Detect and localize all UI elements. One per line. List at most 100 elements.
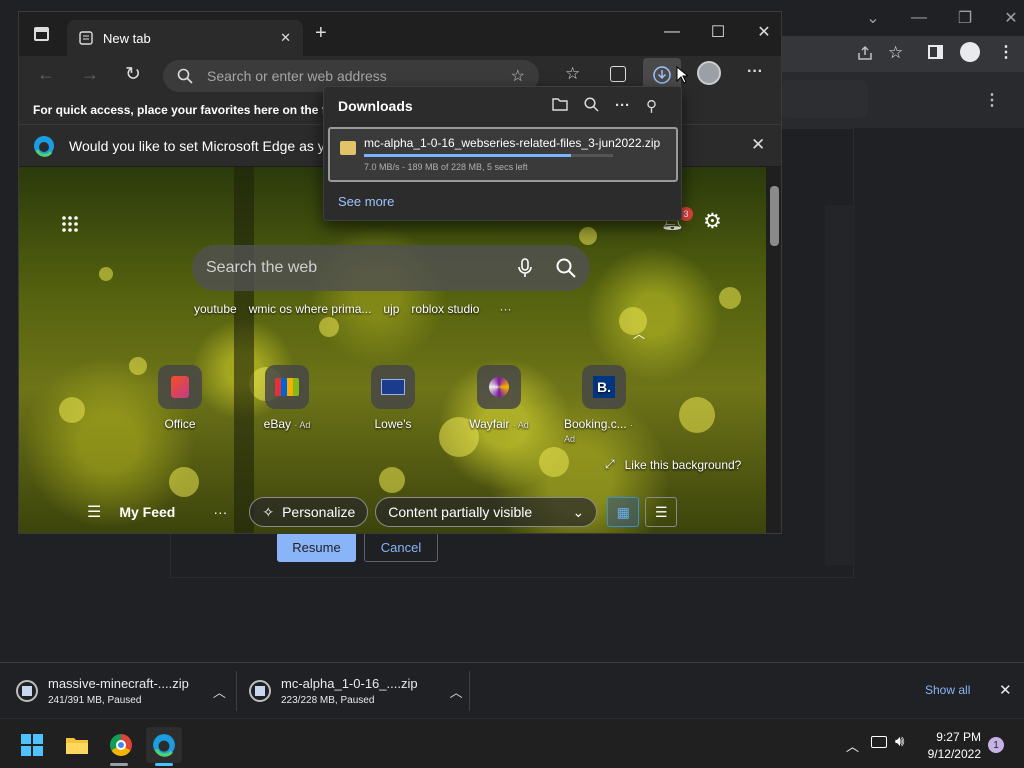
personalize-button[interactable]: ✧ Personalize bbox=[249, 497, 369, 527]
pin-icon[interactable]: ⚲ bbox=[646, 97, 657, 115]
address-placeholder: Search or enter web address bbox=[207, 68, 387, 84]
share-icon[interactable] bbox=[856, 44, 874, 62]
sidebar-icon[interactable] bbox=[928, 45, 943, 59]
mic-icon[interactable] bbox=[518, 258, 532, 278]
feed-label[interactable]: My Feed bbox=[119, 504, 175, 520]
monitor-icon[interactable] bbox=[871, 736, 887, 748]
more-icon[interactable]: ⋮ bbox=[984, 90, 1000, 110]
like-background-link[interactable]: ⤢ Like this background? bbox=[605, 457, 741, 472]
more-icon[interactable]: ··· bbox=[213, 504, 227, 520]
search-icon[interactable] bbox=[556, 258, 576, 278]
chrome-toolbar: ☆ ⋮ bbox=[780, 36, 1024, 72]
restore-button[interactable]: ❐ bbox=[942, 4, 988, 32]
cancel-button[interactable]: Cancel bbox=[364, 532, 438, 562]
back-icon[interactable]: ← bbox=[37, 64, 55, 85]
chrome-icon[interactable] bbox=[103, 727, 139, 763]
volume-icon[interactable]: 🔊︎ bbox=[895, 733, 904, 750]
close-button[interactable]: ✕ bbox=[741, 18, 781, 46]
site-tile-booking[interactable]: B. Booking.c... · Ad bbox=[564, 365, 644, 445]
feed-bar: ☰ My Feed ··· ✧ Personalize Content part… bbox=[19, 492, 766, 532]
quick-links: youtube wmic os where prima... ujp roblo… bbox=[194, 302, 511, 316]
gear-icon[interactable]: ⚙ bbox=[703, 209, 722, 234]
maximize-button[interactable]: ☐ bbox=[695, 18, 741, 46]
forward-icon[interactable]: → bbox=[81, 64, 99, 85]
chrome-download-shelf: massive-minecraft-....zip 241/391 MB, Pa… bbox=[0, 662, 1024, 718]
chrome-window-controls: ⌄ — ❐ ✕ bbox=[850, 4, 1024, 32]
content-visibility-dropdown[interactable]: Content partially visible ⌄ bbox=[375, 497, 598, 527]
search-icon[interactable] bbox=[584, 97, 599, 115]
downloads-actions: ··· ⚲ bbox=[552, 97, 657, 115]
hamburger-icon[interactable]: ☰ bbox=[87, 502, 101, 522]
folder-icon[interactable] bbox=[552, 97, 568, 115]
clock-time[interactable]: 9:27 PM bbox=[915, 730, 981, 744]
infobar-text: Would you like to set Microsoft Edge as … bbox=[69, 137, 341, 154]
download-status: 7.0 MB/s - 189 MB of 228 MB, 5 secs left bbox=[364, 162, 528, 172]
close-button[interactable]: ✕ bbox=[988, 4, 1024, 32]
star-icon[interactable]: ☆ bbox=[888, 43, 903, 63]
see-more-link[interactable]: See more bbox=[338, 194, 394, 209]
scrollbar-thumb[interactable] bbox=[770, 186, 779, 246]
download-progress-bar bbox=[364, 154, 613, 157]
close-icon[interactable]: ✕ bbox=[999, 681, 1012, 699]
quick-link[interactable]: youtube bbox=[194, 302, 237, 316]
quick-link[interactable]: ujp bbox=[383, 302, 399, 316]
show-all-link[interactable]: Show all bbox=[925, 683, 970, 697]
site-tile-ebay[interactable]: eBay · Ad bbox=[247, 365, 327, 431]
edge-window-controls: — ☐ ✕ bbox=[649, 18, 781, 46]
grid-view-icon[interactable]: ▦ bbox=[607, 497, 640, 527]
minimize-button[interactable]: — bbox=[649, 18, 695, 46]
shelf-item[interactable]: massive-minecraft-....zip 241/391 MB, Pa… bbox=[16, 663, 226, 719]
edge-icon[interactable] bbox=[146, 727, 182, 763]
downloads-flyout: Downloads ··· ⚲ mc-alpha_1-0-16_webserie… bbox=[323, 86, 682, 221]
favorites-icon[interactable]: ☆ bbox=[565, 64, 580, 84]
tab-title: New tab bbox=[103, 30, 151, 46]
chevron-down-icon[interactable]: ⌄ bbox=[850, 4, 896, 32]
ebay-logo-icon bbox=[265, 365, 309, 409]
edge-logo-icon bbox=[33, 135, 55, 157]
more-icon[interactable]: ⋮ bbox=[998, 42, 1014, 62]
site-tile-office[interactable]: Office bbox=[140, 365, 220, 431]
resume-button[interactable]: Resume bbox=[277, 532, 356, 562]
more-icon[interactable]: ··· bbox=[499, 302, 511, 316]
more-icon[interactable]: ··· bbox=[747, 63, 763, 81]
windows-taskbar: ︿ 🔊︎ 9:27 PM 9/12/2022 1 bbox=[0, 718, 1024, 768]
quick-link[interactable]: wmic os where prima... bbox=[249, 302, 372, 316]
chevron-up-icon[interactable]: ︿ bbox=[846, 736, 859, 755]
tab-actions-icon[interactable] bbox=[34, 27, 49, 41]
office-logo-icon bbox=[158, 365, 202, 409]
page-icon bbox=[79, 31, 93, 45]
minimize-button[interactable]: — bbox=[896, 4, 942, 32]
sparkle-icon: ✧ bbox=[262, 503, 275, 520]
chevron-down-icon: ⌄ bbox=[572, 503, 585, 520]
profile-icon[interactable] bbox=[960, 42, 980, 62]
list-view-icon[interactable]: ☰ bbox=[645, 497, 678, 527]
shelf-item[interactable]: mc-alpha_1-0-16_....zip 223/228 MB, Paus… bbox=[249, 663, 463, 719]
tab-bar: New tab ✕ + — ☐ ✕ bbox=[19, 12, 781, 56]
plus-icon[interactable]: + bbox=[315, 22, 327, 45]
more-icon[interactable]: ··· bbox=[615, 97, 630, 115]
chevron-up-icon[interactable]: ︿ bbox=[633, 325, 645, 342]
site-tile-wayfair[interactable]: Wayfair · Ad bbox=[459, 365, 539, 431]
refresh-icon[interactable]: ↻ bbox=[125, 63, 141, 86]
apps-grid-icon[interactable] bbox=[61, 215, 79, 233]
close-icon[interactable]: ✕ bbox=[280, 30, 291, 46]
tab-new-tab[interactable]: New tab ✕ bbox=[67, 20, 303, 56]
chevron-up-icon[interactable]: ︿ bbox=[450, 682, 463, 701]
zip-file-icon bbox=[16, 680, 38, 702]
site-tile-lowes[interactable]: Lowe's bbox=[353, 365, 433, 431]
windows-start-icon[interactable] bbox=[14, 727, 50, 763]
chevron-up-icon[interactable]: ︿ bbox=[213, 682, 226, 701]
notification-badge[interactable]: 1 bbox=[988, 737, 1004, 753]
booking-logo-icon: B. bbox=[582, 365, 626, 409]
download-item[interactable]: mc-alpha_1-0-16_webseries-related-files_… bbox=[328, 127, 678, 182]
web-search-box[interactable]: Search the web bbox=[192, 245, 590, 291]
add-favorite-icon[interactable]: ☆ bbox=[511, 66, 525, 86]
zip-file-icon bbox=[340, 141, 356, 155]
file-explorer-icon[interactable] bbox=[59, 727, 95, 763]
lowes-logo-icon bbox=[371, 365, 415, 409]
quick-link[interactable]: roblox studio bbox=[411, 302, 479, 316]
close-icon[interactable]: ✕ bbox=[751, 135, 765, 155]
clock-date[interactable]: 9/12/2022 bbox=[915, 747, 981, 761]
profile-icon[interactable] bbox=[697, 61, 721, 85]
collections-icon[interactable] bbox=[610, 66, 626, 82]
